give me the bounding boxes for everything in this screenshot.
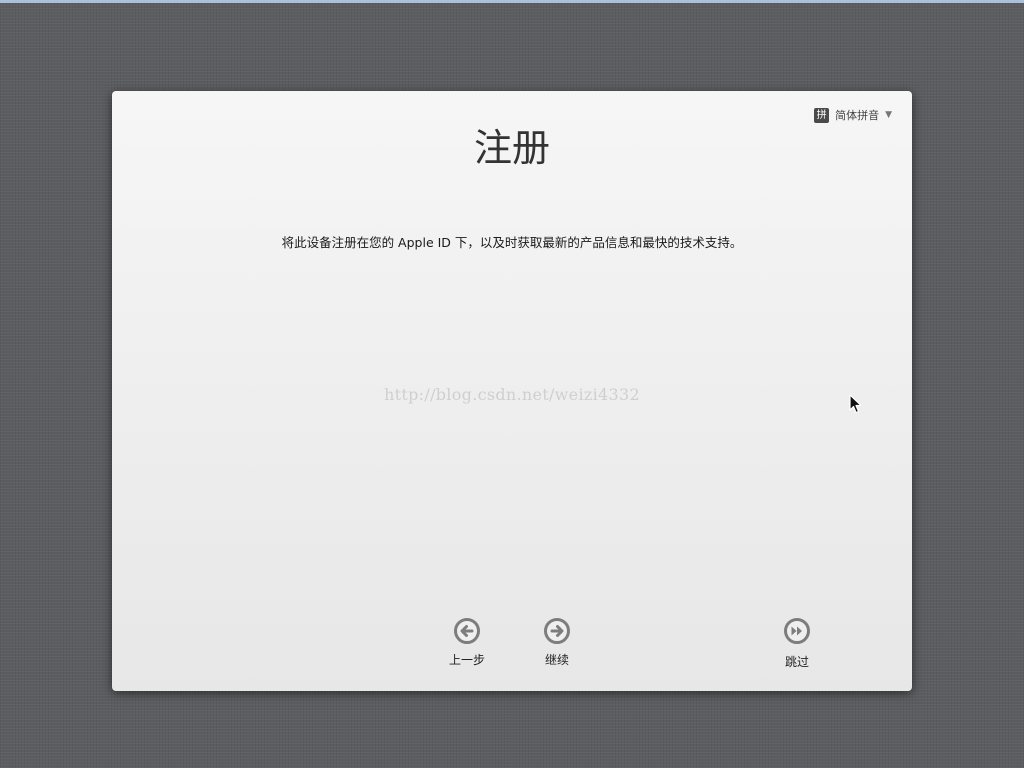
mouse-pointer-icon bbox=[849, 394, 862, 414]
skip-button-label: 跳过 bbox=[784, 655, 809, 669]
setup-assistant-panel: 拼 简体拼音 ▼ 注册 将此设备注册在您的 Apple ID 下，以及时获取最新… bbox=[112, 91, 912, 691]
arrow-left-circle-icon bbox=[454, 618, 480, 644]
screen-top-edge bbox=[0, 0, 1024, 3]
back-button[interactable]: 上一步 bbox=[437, 618, 497, 668]
watermark-text: http://blog.csdn.net/weizi4332 bbox=[384, 385, 640, 404]
arrow-right-circle-icon bbox=[544, 618, 570, 644]
page-title: 注册 bbox=[473, 126, 550, 170]
continue-button-label: 继续 bbox=[544, 653, 569, 667]
continue-button[interactable]: 继续 bbox=[527, 618, 587, 668]
skip-button[interactable]: 跳过 bbox=[767, 618, 827, 670]
back-button-label: 上一步 bbox=[448, 653, 485, 667]
fast-forward-circle-icon bbox=[784, 618, 810, 644]
registration-description: 将此设备注册在您的 Apple ID 下，以及时获取最新的产品信息和最快的技术支… bbox=[281, 235, 743, 250]
